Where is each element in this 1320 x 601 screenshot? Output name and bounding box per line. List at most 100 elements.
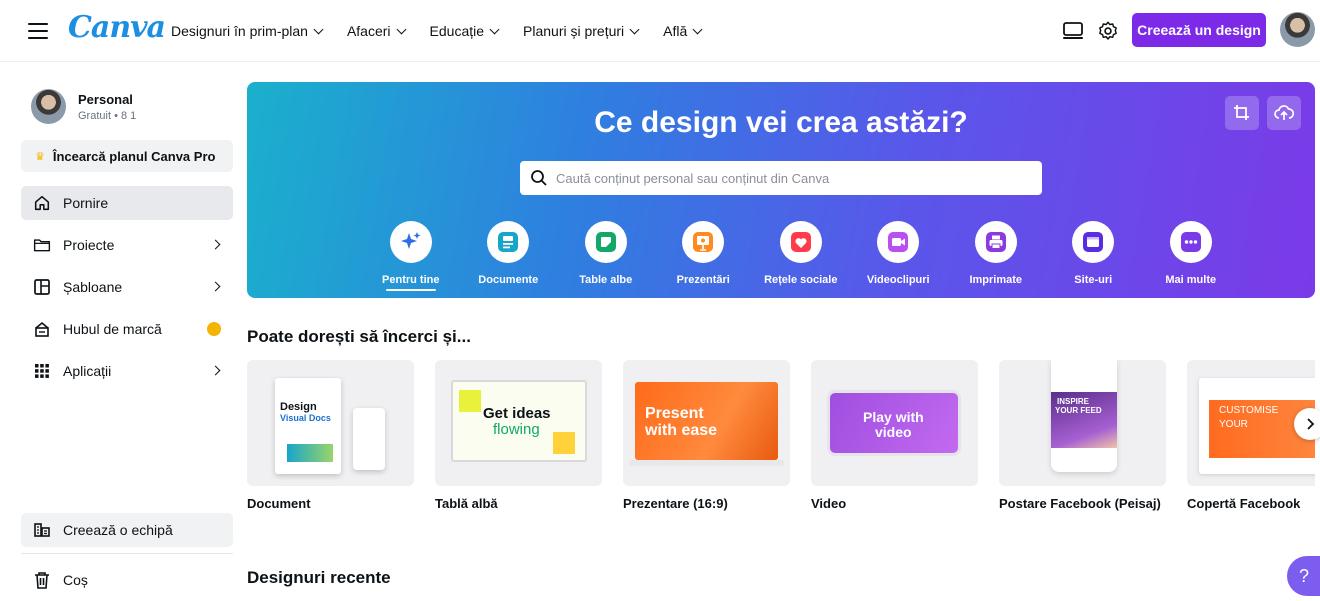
thumbnail-text: Present xyxy=(645,405,704,422)
sidebar-item-home[interactable]: Pornire xyxy=(21,186,233,220)
category-websites[interactable]: Site-uri xyxy=(1045,221,1143,286)
chevron-right-icon xyxy=(210,239,221,250)
search-bar[interactable] xyxy=(520,161,1042,195)
help-button[interactable]: ? xyxy=(1287,556,1320,596)
upload-button[interactable] xyxy=(1267,96,1301,130)
carousel-next-button[interactable] xyxy=(1294,408,1320,440)
search-icon xyxy=(531,170,547,186)
home-icon xyxy=(33,194,51,212)
sparkle-icon xyxy=(389,221,432,263)
create-team-button[interactable]: Creează o echipă xyxy=(21,513,233,547)
category-label: Imprimate xyxy=(969,274,1023,286)
card-thumbnail: Play with video xyxy=(811,360,978,486)
thumbnail-text: CUSTOMISE xyxy=(1219,405,1279,416)
thumbnail-text: YOUR FEED xyxy=(1055,406,1102,415)
category-label: Rețele sociale xyxy=(764,274,838,286)
whiteboard-icon xyxy=(584,221,627,263)
category-presentations[interactable]: Prezentări xyxy=(655,221,753,286)
phone-preview xyxy=(353,408,385,470)
category-label: Videoclipuri xyxy=(866,274,930,286)
sidebar-item-templates[interactable]: Șabloane xyxy=(21,270,233,304)
team-building-icon xyxy=(33,521,51,539)
category-print[interactable]: Imprimate xyxy=(947,221,1045,286)
sidebar-item-projects[interactable]: Proiecte xyxy=(21,228,233,262)
category-social-media[interactable]: Rețele sociale xyxy=(752,221,850,286)
trash-icon xyxy=(33,571,51,589)
chevron-right-icon xyxy=(1307,418,1315,430)
card-thumbnail: INSPIRE YOUR FEED xyxy=(999,360,1166,486)
category-label: Table albe xyxy=(579,274,633,286)
card-label: Video xyxy=(811,496,847,511)
thumbnail-text: Get ideas xyxy=(483,405,551,422)
custom-size-button[interactable] xyxy=(1225,96,1259,130)
account-switcher[interactable]: Personal Gratuit • 8 1 xyxy=(31,89,136,124)
design-category-row: Pentru tine Documente Table albe Prezent… xyxy=(362,221,1240,286)
category-label: Mai multe xyxy=(1165,274,1217,286)
account-plan: Gratuit • 8 1 xyxy=(78,109,137,122)
menu-icon[interactable] xyxy=(28,20,48,42)
nav-learn[interactable]: Află xyxy=(663,23,703,39)
design-type-card-presentation[interactable]: Present with ease Prezentare (16:9) xyxy=(623,360,790,511)
nav-business[interactable]: Afaceri xyxy=(346,23,406,39)
chevron-down-icon xyxy=(396,24,406,34)
nav-plans-pricing[interactable]: Planuri și prețuri xyxy=(523,23,640,39)
settings-gear-icon[interactable] xyxy=(1095,18,1121,44)
resize-icon xyxy=(1234,105,1249,120)
suggestions-carousel: Design Visual Docs Document Get ideas fl… xyxy=(247,360,1315,520)
canva-logo[interactable]: Canva xyxy=(68,10,166,45)
recent-designs-heading: Designuri recente xyxy=(247,568,391,587)
search-input[interactable] xyxy=(556,163,1042,193)
card-label: Copertă Facebook xyxy=(1187,496,1301,511)
chevron-down-icon xyxy=(489,24,500,34)
sticky-note xyxy=(553,432,575,454)
nav-label: Designuri în prim-plan xyxy=(171,23,308,39)
design-type-card-video[interactable]: Play with video Video xyxy=(811,360,978,511)
cloud-upload-icon xyxy=(1274,105,1294,120)
thumbnail-text: Play with xyxy=(863,409,924,425)
design-type-card-facebook-post[interactable]: INSPIRE YOUR FEED Postare Facebook (Peis… xyxy=(999,360,1166,511)
laptop-base xyxy=(629,460,784,466)
nav-education[interactable]: Educație xyxy=(430,23,500,39)
card-thumbnail: Design Visual Docs xyxy=(247,360,414,486)
account-name: Personal xyxy=(78,91,133,107)
heart-icon xyxy=(779,221,822,263)
user-avatar[interactable] xyxy=(1280,12,1315,47)
thumbnail-text: flowing xyxy=(493,421,540,438)
sidebar-item-brand-hub[interactable]: Hubul de marcă xyxy=(21,312,233,346)
apps-grid-icon xyxy=(33,362,51,380)
sidebar-item-label: Proiecte xyxy=(63,237,115,253)
more-icon xyxy=(1169,221,1212,263)
category-label: Documente xyxy=(478,274,539,286)
category-videos[interactable]: Videoclipuri xyxy=(850,221,948,286)
design-type-card-whiteboard[interactable]: Get ideas flowing Tablă albă xyxy=(435,360,602,511)
design-type-card-facebook-cover[interactable]: CUSTOMISE YOUR Copertă Facebook xyxy=(1187,360,1315,511)
sidebar-item-apps[interactable]: Aplicații xyxy=(21,354,233,388)
nav-featured-designs[interactable]: Designuri în prim-plan xyxy=(171,23,324,39)
sidebar-item-label: Creează o echipă xyxy=(63,522,173,538)
document-icon xyxy=(487,221,530,263)
chevron-down-icon xyxy=(313,24,324,34)
desktop-app-icon[interactable] xyxy=(1060,18,1086,44)
sidebar-divider xyxy=(21,553,233,554)
try-pro-button[interactable]: ♛ Încearcă planul Canva Pro xyxy=(21,140,233,172)
chevron-right-icon xyxy=(210,365,221,376)
design-type-card-document[interactable]: Design Visual Docs Document xyxy=(247,360,414,511)
category-for-you[interactable]: Pentru tine xyxy=(362,221,460,286)
sidebar-item-label: Șabloane xyxy=(63,279,123,295)
chevron-down-icon xyxy=(692,24,703,34)
thumbnail-text: INSPIRE xyxy=(1057,397,1090,406)
suggestions-heading: Poate dorești să încerci și... xyxy=(247,327,471,346)
chevron-right-icon xyxy=(210,281,221,292)
category-whiteboards[interactable]: Table albe xyxy=(557,221,655,286)
create-design-button[interactable]: Creează un design xyxy=(1132,13,1266,47)
thumbnail-text: with ease xyxy=(645,422,718,439)
category-documents[interactable]: Documente xyxy=(460,221,558,286)
category-more[interactable]: Mai multe xyxy=(1142,221,1240,286)
hero-banner: Ce design vei crea astăzi? Pentru tine D… xyxy=(247,82,1315,298)
presentation-icon xyxy=(682,221,725,263)
thumbnail-text: Design xyxy=(280,401,317,413)
nav-label: Afaceri xyxy=(346,23,391,39)
sidebar-item-trash[interactable]: Coș xyxy=(21,563,233,597)
card-label: Prezentare (16:9) xyxy=(623,496,728,511)
pro-crown-badge xyxy=(207,322,221,336)
